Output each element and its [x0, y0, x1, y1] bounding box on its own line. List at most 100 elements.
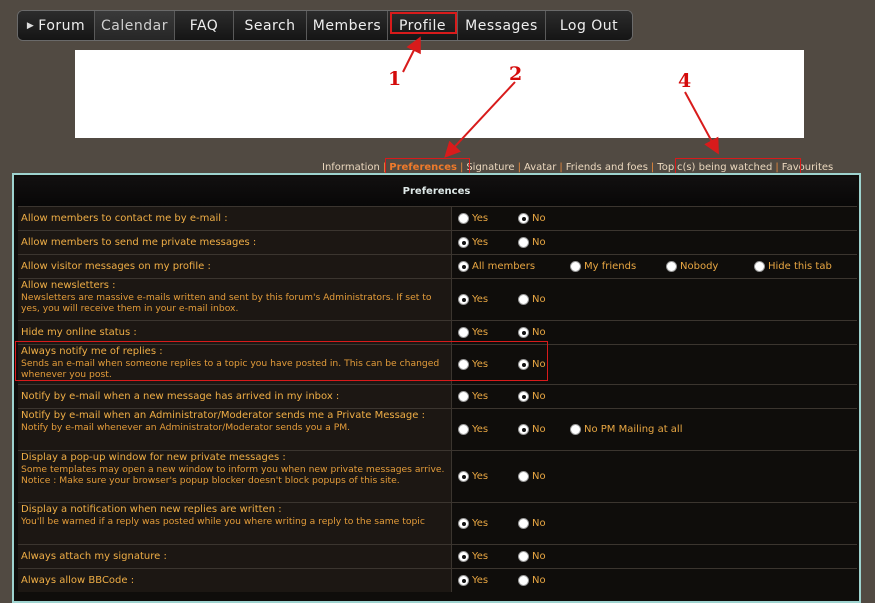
preference-options-cell: Yes No: [453, 207, 857, 230]
radio-option[interactable]: Yes: [458, 424, 506, 435]
radio-label: Yes: [472, 327, 489, 338]
preference-title: Hide my online status :: [21, 326, 137, 338]
radio-option[interactable]: No: [518, 237, 558, 248]
annotation-box-notify-replies: [15, 341, 548, 381]
radio-button[interactable]: [458, 575, 469, 586]
radio-option[interactable]: No: [518, 551, 558, 562]
panel-heading: Preferences: [16, 177, 857, 206]
radio-option[interactable]: Yes: [458, 327, 506, 338]
preference-label-cell: Always attach my signature :: [18, 545, 452, 568]
radio-button[interactable]: [518, 551, 529, 562]
radio-option[interactable]: Yes: [458, 391, 506, 402]
preference-label-cell: Display a notification when new replies …: [18, 503, 452, 544]
preference-row: Display a notification when new replies …: [18, 502, 857, 544]
radio-option[interactable]: Nobody: [666, 261, 742, 272]
subnav-separator: |: [517, 161, 521, 173]
preference-title: Display a pop-up window for new private …: [21, 452, 286, 463]
radio-option[interactable]: No: [518, 471, 558, 482]
radio-label: No: [532, 237, 546, 248]
radio-option[interactable]: No: [518, 518, 558, 529]
radio-button[interactable]: [518, 327, 529, 338]
preference-options-cell: Yes No: [453, 545, 857, 568]
preference-options-cell: Yes No: [453, 569, 857, 592]
preference-label-cell: Display a pop-up window for new private …: [18, 451, 452, 502]
subnav-avatar[interactable]: Avatar: [524, 162, 556, 173]
subnav-information[interactable]: Information: [322, 162, 380, 173]
radio-button[interactable]: [458, 327, 469, 338]
preference-row: Allow visitor messages on my profile : Al…: [18, 254, 857, 278]
radio-option[interactable]: No: [518, 294, 558, 305]
radio-button[interactable]: [666, 261, 677, 272]
preference-options-cell: Yes No: [453, 279, 857, 320]
radio-label: Yes: [472, 213, 489, 224]
radio-button[interactable]: [458, 551, 469, 562]
radio-label: No: [532, 575, 546, 586]
radio-label: Yes: [472, 391, 489, 402]
radio-label: Yes: [472, 551, 489, 562]
radio-label: Yes: [472, 237, 489, 248]
preference-label-cell: Allow members to send me private message…: [18, 231, 452, 254]
radio-label: No: [532, 551, 546, 562]
radio-button[interactable]: [458, 518, 469, 529]
radio-option[interactable]: Yes: [458, 213, 506, 224]
preference-row: Always attach my signature : Yes No: [18, 544, 857, 568]
radio-option[interactable]: Yes: [458, 237, 506, 248]
preference-options-cell: Yes No No PM Mailing at all: [453, 409, 857, 450]
radio-option[interactable]: All members: [458, 261, 558, 272]
radio-option[interactable]: No PM Mailing at all: [570, 424, 700, 435]
radio-button[interactable]: [518, 424, 529, 435]
radio-option[interactable]: Yes: [458, 551, 506, 562]
radio-button[interactable]: [518, 518, 529, 529]
preference-row: Allow newsletters : Newsletters are massi…: [18, 278, 857, 320]
radio-button[interactable]: [458, 261, 469, 272]
radio-button[interactable]: [518, 237, 529, 248]
radio-option[interactable]: Yes: [458, 294, 506, 305]
preference-title: Display a notification when new replies …: [21, 504, 282, 515]
radio-option[interactable]: No: [518, 391, 558, 402]
radio-option[interactable]: Yes: [458, 518, 506, 529]
radio-button[interactable]: [570, 424, 581, 435]
preference-title: Allow visitor messages on my profile :: [21, 260, 211, 272]
preference-title: Allow newsletters :: [21, 280, 116, 291]
radio-button[interactable]: [518, 294, 529, 305]
radio-button[interactable]: [458, 424, 469, 435]
radio-option[interactable]: Hide this tab: [754, 261, 834, 272]
radio-button[interactable]: [458, 294, 469, 305]
radio-label: No PM Mailing at all: [584, 424, 683, 435]
radio-button[interactable]: [518, 391, 529, 402]
radio-label: Yes: [472, 424, 489, 435]
radio-button[interactable]: [518, 213, 529, 224]
radio-option[interactable]: No: [518, 424, 558, 435]
annotation-number-1: 1: [388, 68, 402, 90]
radio-button[interactable]: [458, 391, 469, 402]
radio-label: No: [532, 294, 546, 305]
radio-option[interactable]: Yes: [458, 471, 506, 482]
preference-options-cell: Yes No: [453, 231, 857, 254]
radio-label: No: [532, 391, 546, 402]
radio-button[interactable]: [518, 471, 529, 482]
radio-button[interactable]: [570, 261, 581, 272]
radio-option[interactable]: No: [518, 575, 558, 586]
preference-row: Allow members to contact me by e-mail : Y…: [18, 206, 857, 230]
preference-row: Always allow BBCode : Yes No: [18, 568, 857, 592]
radio-option[interactable]: Yes: [458, 575, 506, 586]
radio-option[interactable]: No: [518, 327, 558, 338]
radio-label: Hide this tab: [768, 261, 832, 272]
annotation-number-4: 4: [678, 70, 692, 92]
preference-title: Allow members to contact me by e-mail :: [21, 212, 228, 224]
preference-description: Newsletters are massive e-mails written …: [21, 291, 432, 315]
radio-button[interactable]: [458, 213, 469, 224]
radio-button[interactable]: [458, 237, 469, 248]
radio-button[interactable]: [458, 471, 469, 482]
preference-title: Notify by e-mail when a new message has …: [21, 390, 340, 402]
preference-title: Notify by e-mail when an Administrator/M…: [21, 410, 425, 421]
subnav-signature[interactable]: Signature: [466, 162, 514, 173]
subnav-separator: |: [559, 161, 563, 173]
radio-option[interactable]: No: [518, 213, 558, 224]
radio-button[interactable]: [518, 575, 529, 586]
subnav-friends-and-foes[interactable]: Friends and foes: [566, 162, 648, 173]
radio-button[interactable]: [754, 261, 765, 272]
preference-row: Allow members to send me private message…: [18, 230, 857, 254]
radio-label: Yes: [472, 294, 489, 305]
radio-option[interactable]: My friends: [570, 261, 654, 272]
